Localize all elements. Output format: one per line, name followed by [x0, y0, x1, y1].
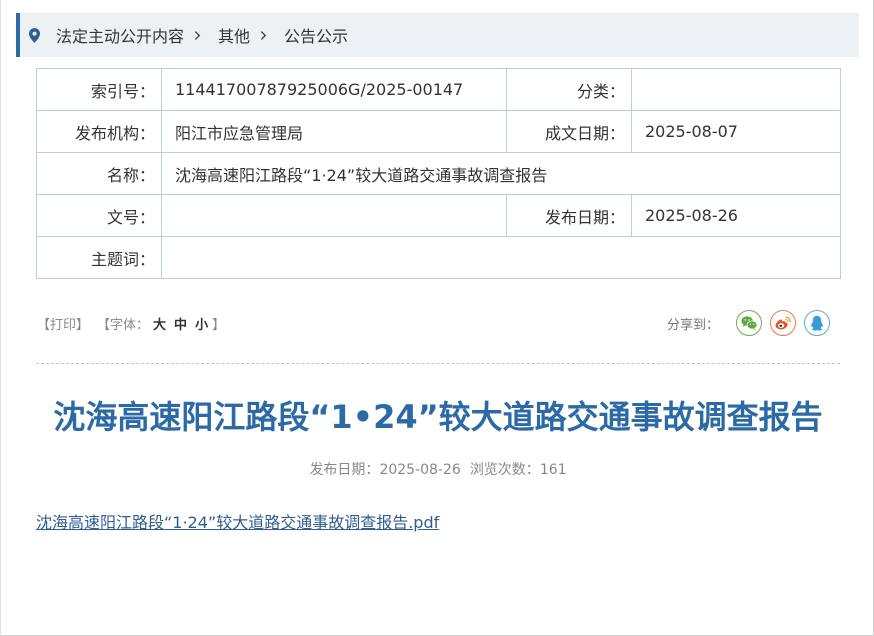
page: 法定主动公开内容 其他 公告公示 索引号： 11441700787925006G… — [0, 0, 874, 636]
chevron-right-icon — [260, 30, 267, 41]
publisher-value: 阳江市应急管理局 — [161, 110, 507, 153]
location-pin-icon — [29, 27, 40, 43]
info-row-name: 名称： 沈海高速阳江路段“1·24”较大道路交通事故调查报告 — [36, 152, 841, 195]
font-size-prefix: 【字体： — [97, 317, 150, 333]
article-title: 沈海高速阳江路段“1•24”较大道路交通事故调查报告 — [53, 398, 823, 436]
info-row-publisher: 发布机构： 阳江市应急管理局 成文日期： 2025-08-07 — [36, 110, 841, 153]
qq-icon — [811, 315, 823, 331]
chevron-right-icon — [194, 30, 201, 41]
index-no-label: 索引号： — [36, 68, 162, 111]
print-button[interactable]: 【打印】 — [37, 314, 89, 333]
font-size-small-button[interactable]: 小 — [195, 314, 208, 333]
font-size-medium-button[interactable]: 中 — [174, 314, 187, 333]
weibo-icon — [775, 316, 791, 330]
info-table: 索引号： 11441700787925006G/2025-00147 分类： 发… — [36, 68, 841, 279]
category-value — [631, 68, 841, 111]
doc-no-value — [161, 194, 507, 237]
written-date-value: 2025-08-07 — [631, 110, 841, 153]
share-wechat-button[interactable] — [736, 310, 762, 336]
publisher-label: 发布机构： — [36, 110, 162, 153]
publish-date-value: 2025-08-26 — [631, 194, 841, 237]
share-qq-button[interactable] — [804, 310, 830, 336]
name-label: 名称： — [36, 152, 162, 195]
keywords-label: 主题词： — [36, 236, 162, 279]
article-tools: 【打印】 【字体： 大 中 小 】 分享到： — [36, 310, 840, 336]
meta-publish-date-label: 发布日期： — [309, 462, 380, 478]
breadcrumb-item-announcements[interactable]: 公告公示 — [284, 23, 348, 47]
font-size-large-button[interactable]: 大 — [153, 314, 166, 333]
info-row-doc-no: 文号： 发布日期： 2025-08-26 — [36, 194, 841, 237]
info-row-keywords: 主题词： — [36, 236, 841, 279]
doc-no-label: 文号： — [36, 194, 162, 237]
wechat-icon — [741, 316, 758, 331]
publish-date-label: 发布日期： — [506, 194, 632, 237]
written-date-label: 成文日期： — [506, 110, 632, 153]
share-label: 分享到： — [666, 317, 719, 333]
article-meta: 发布日期：2025-08-26 浏览次数：161 — [36, 460, 840, 480]
category-label: 分类： — [506, 68, 632, 111]
index-no-value: 11441700787925006G/2025-00147 — [161, 68, 507, 111]
keywords-value — [161, 236, 841, 279]
breadcrumb-item-other[interactable]: 其他 — [218, 23, 250, 47]
print-font-tools: 【打印】 【字体： 大 中 小 】 — [36, 314, 225, 333]
meta-views-label: 浏览次数： — [469, 462, 540, 478]
meta-publish-date: 2025-08-26 — [379, 462, 461, 478]
breadcrumb-item-public-info[interactable]: 法定主动公开内容 — [56, 23, 184, 47]
name-value: 沈海高速阳江路段“1·24”较大道路交通事故调查报告 — [161, 152, 841, 195]
share-weibo-button[interactable] — [770, 310, 796, 336]
attachment-pdf-link[interactable]: 沈海高速阳江路段“1·24”较大道路交通事故调查报告.pdf — [36, 513, 439, 533]
breadcrumb: 法定主动公开内容 其他 公告公示 — [16, 13, 859, 57]
font-size-suffix: 】 — [212, 317, 226, 333]
dashed-divider — [36, 363, 840, 364]
font-size-group: 【字体： 大 中 小 】 — [97, 314, 225, 333]
meta-views-count: 161 — [539, 462, 567, 478]
share-group: 分享到： — [667, 310, 840, 336]
info-row-index: 索引号： 11441700787925006G/2025-00147 分类： — [36, 68, 841, 111]
